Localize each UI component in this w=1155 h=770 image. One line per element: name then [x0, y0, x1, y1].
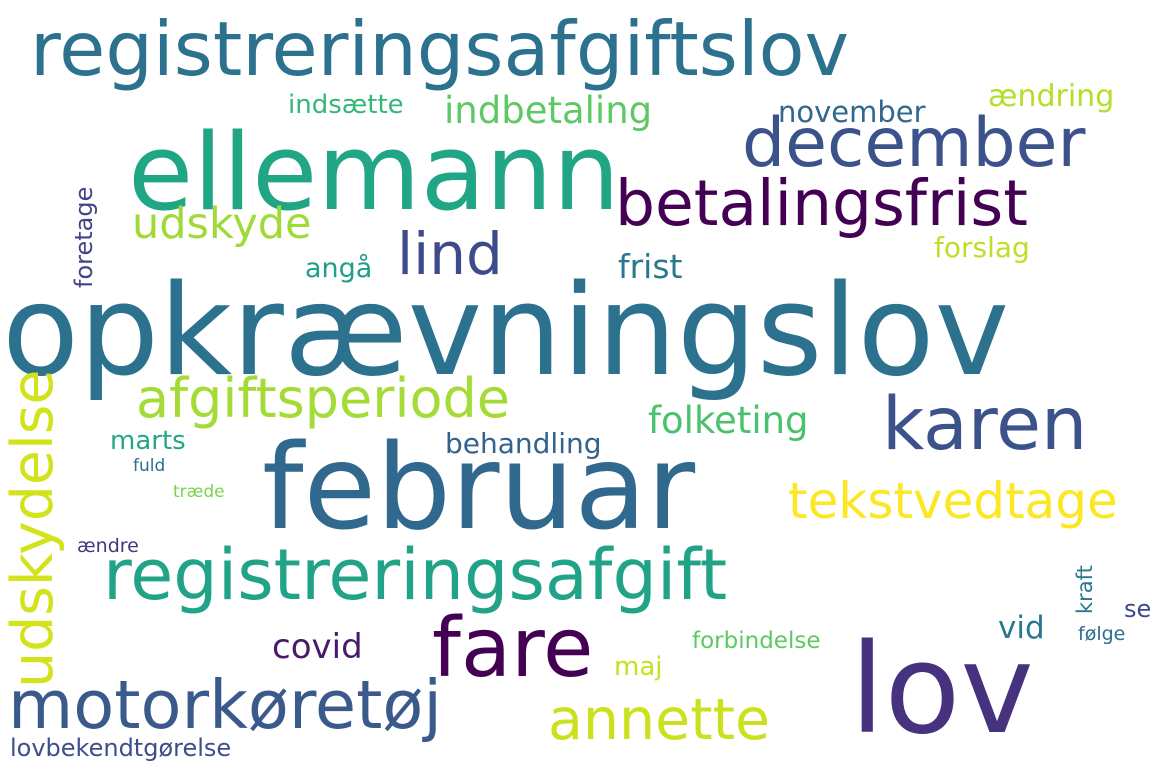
word-cloud: registreringsafgiftslov ellemann decembe… — [0, 0, 1155, 770]
word-lov: lov — [850, 618, 1034, 762]
word-fuld: fuld — [133, 456, 166, 476]
word-folge: følge — [1078, 623, 1126, 645]
word-fare: fare — [432, 601, 594, 696]
word-lovbekendtgorelse: lovbekendtgørelse — [10, 734, 232, 762]
word-kraft: kraft — [1073, 565, 1097, 614]
word-februar: februar — [262, 418, 696, 556]
word-indbetaling: indbetaling — [444, 89, 653, 132]
word-registreringsafgiftslov: registreringsafgiftslov — [30, 5, 849, 93]
word-covid: covid — [272, 627, 363, 667]
word-motorkoretoj: motorkøretøj — [8, 666, 443, 744]
word-registreringsafgift: registreringsafgift — [103, 534, 728, 616]
word-aendring: ændring — [988, 79, 1115, 114]
word-annette: annette — [548, 687, 771, 753]
word-traede: træde — [173, 482, 225, 502]
word-forbindelse: forbindelse — [692, 628, 821, 654]
word-udskydelse: udskydelse — [0, 369, 66, 688]
word-tekstvedtage: tekstvedtage — [788, 472, 1118, 530]
word-udskyde: udskyde — [132, 199, 312, 249]
word-maj: maj — [614, 652, 663, 682]
word-indsaette: indsætte — [288, 90, 404, 120]
word-marts: marts — [110, 426, 186, 456]
word-karen: karen — [882, 382, 1088, 467]
word-se: se — [1124, 595, 1152, 623]
word-betalingsfrist: betalingsfrist — [615, 167, 1028, 240]
word-november: november — [778, 95, 926, 129]
